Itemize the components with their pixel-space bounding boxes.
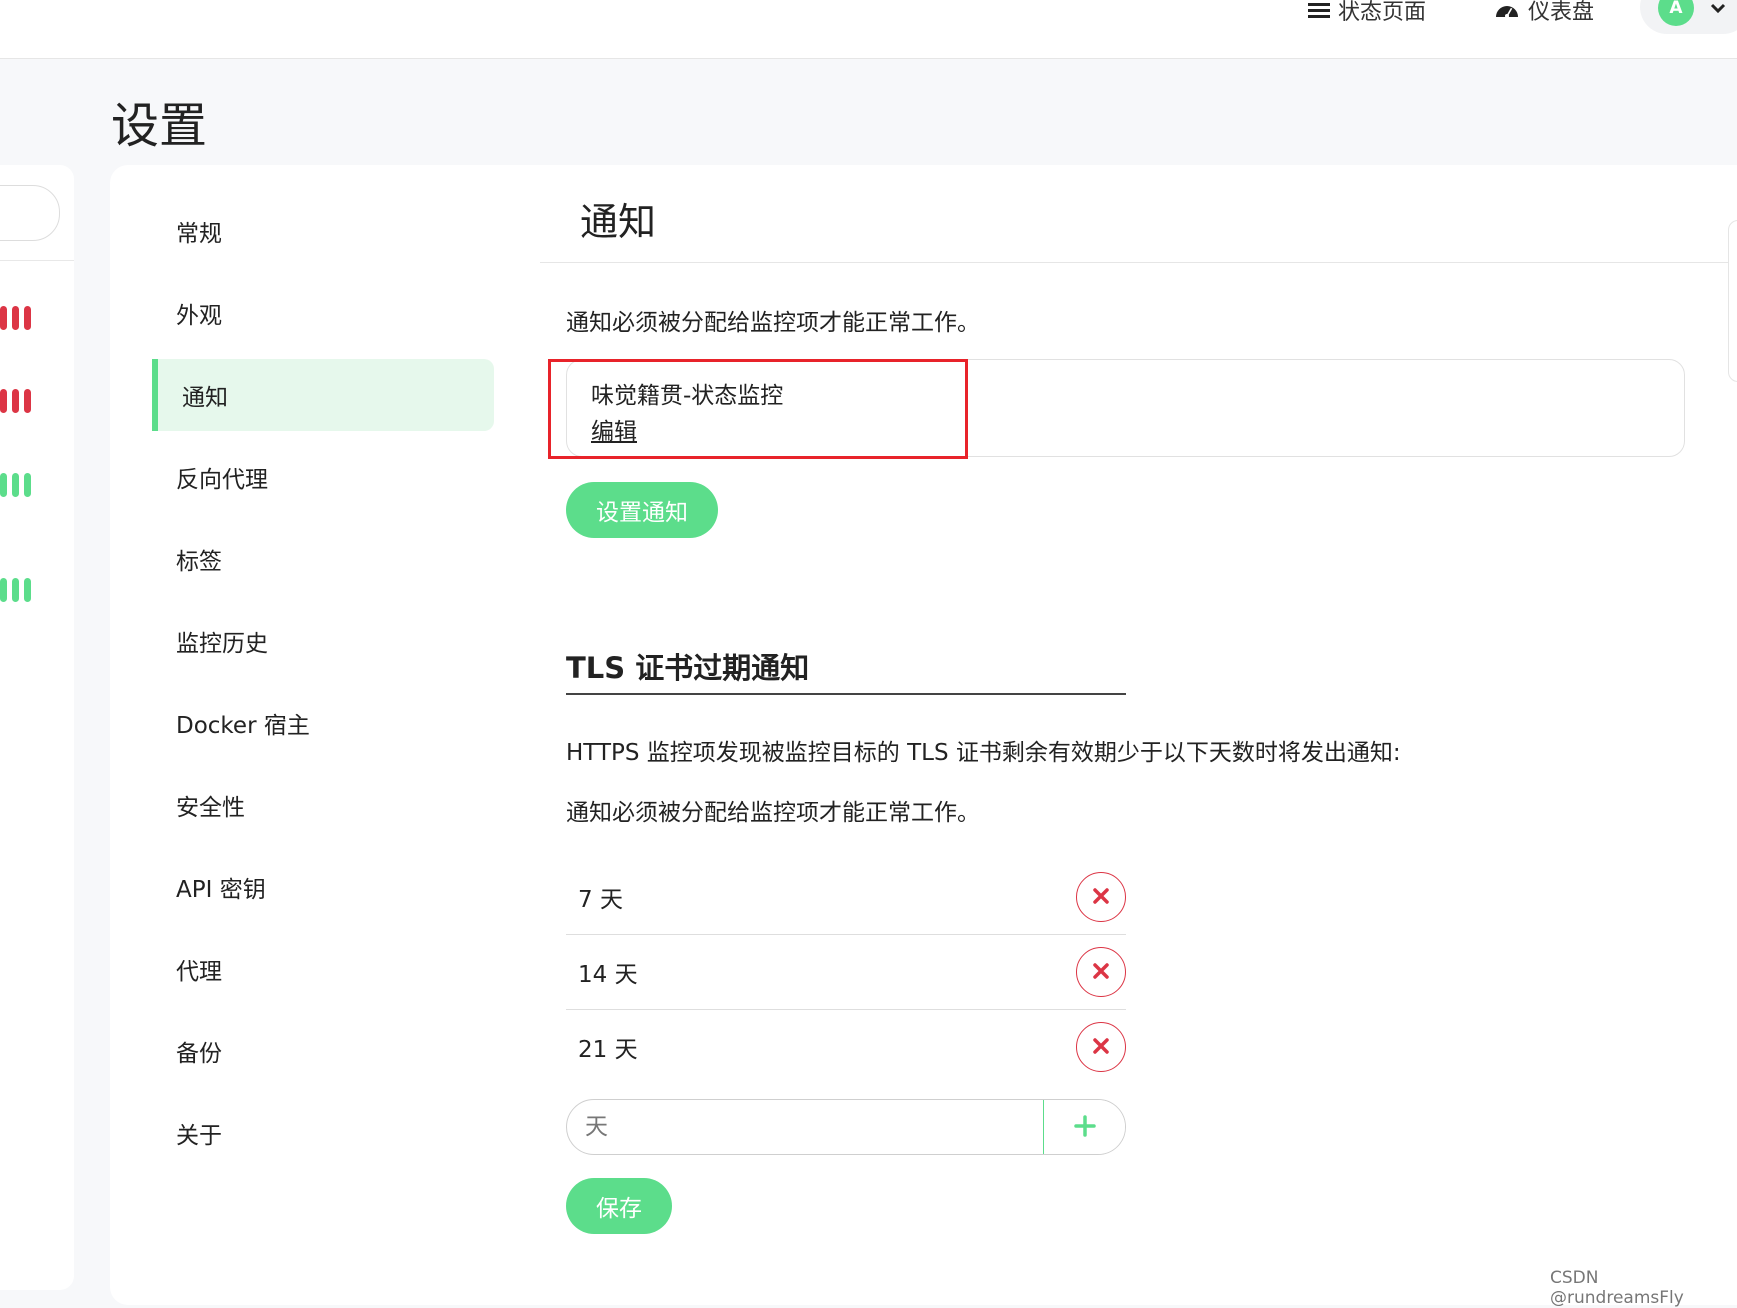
close-icon: [1092, 962, 1110, 983]
tls-day-value: 7 天: [578, 887, 623, 913]
section-divider: [540, 262, 1737, 263]
heartbeat-beat: [24, 306, 31, 330]
divider: [0, 260, 74, 261]
remove-day-button[interactable]: [1076, 1022, 1126, 1072]
monitor-search-input[interactable]: [0, 185, 60, 241]
right-panel-edge: [1728, 220, 1737, 382]
menu-item-label: 安全性: [176, 795, 245, 821]
list-item: 21 天: [566, 1010, 1126, 1084]
settings-menu-item-monitor-history[interactable]: 监控历史: [152, 605, 494, 677]
tls-days-list: 7 天 14 天 21 天: [566, 860, 1126, 1084]
list-item: 14 天: [566, 935, 1126, 1010]
heartbeat-beat: [24, 389, 31, 413]
save-button[interactable]: 保存: [566, 1178, 672, 1234]
menu-item-label: 关于: [176, 1123, 222, 1149]
settings-menu-item-backup[interactable]: 备份: [152, 1015, 494, 1087]
page-title: 设置: [111, 98, 208, 154]
menu-item-label: 常规: [176, 221, 222, 247]
menu-item-label: Docker 宿主: [176, 713, 310, 739]
settings-menu-item-api-keys[interactable]: API 密钥: [152, 851, 494, 923]
notification-name: 味觉籍贯-状态监控: [591, 383, 784, 409]
heartbeat-beat: [12, 306, 19, 330]
heartbeat-beat: [24, 578, 31, 602]
plus-icon: [1073, 1114, 1097, 1141]
remove-day-button[interactable]: [1076, 872, 1126, 922]
menu-item-label: 外观: [176, 303, 222, 329]
heartbeat-beat: [0, 389, 7, 413]
tls-day-value: 21 天: [578, 1037, 638, 1063]
tls-note-text: 通知必须被分配给监控项才能正常工作。: [566, 800, 980, 826]
heartbeat-bar: [0, 578, 31, 602]
top-navbar: 状态页面 仪表盘 A: [0, 0, 1737, 59]
menu-item-label: API 密钥: [176, 877, 266, 903]
close-icon: [1092, 887, 1110, 908]
settings-menu-item-about[interactable]: 关于: [152, 1097, 494, 1169]
day-input[interactable]: [567, 1100, 1043, 1154]
heartbeat-beat: [12, 578, 19, 602]
heartbeat-bar: [0, 473, 31, 497]
status-page-label: 状态页面: [1338, 0, 1427, 25]
monitor-list-panel: [0, 165, 74, 1290]
tls-day-value: 14 天: [578, 962, 638, 988]
status-page-link[interactable]: 状态页面: [1308, 0, 1426, 26]
settings-menu: 常规 外观 通知 反向代理 标签 监控历史 Docker 宿主 安全性 API …: [152, 195, 494, 1179]
add-day-group: [566, 1099, 1126, 1155]
gauge-icon: [1494, 0, 1520, 21]
menu-item-label: 反向代理: [176, 467, 268, 493]
notification-edit-link[interactable]: 编辑: [591, 412, 637, 446]
menu-item-label: 标签: [176, 549, 222, 575]
heartbeat-beat: [0, 473, 7, 497]
list-item: 7 天: [566, 860, 1126, 935]
dashboard-label: 仪表盘: [1528, 0, 1595, 25]
settings-menu-item-security[interactable]: 安全性: [152, 769, 494, 841]
notification-intro-text: 通知必须被分配给监控项才能正常工作。: [566, 310, 980, 336]
settings-menu-item-general[interactable]: 常规: [152, 195, 494, 267]
heartbeat-bar: [0, 389, 31, 413]
menu-item-label: 备份: [176, 1041, 222, 1067]
settings-menu-item-docker-hosts[interactable]: Docker 宿主: [152, 687, 494, 759]
settings-menu-item-proxies[interactable]: 代理: [152, 933, 494, 1005]
chevron-down-icon: [1710, 0, 1726, 19]
tls-title-underline: [566, 693, 1126, 695]
heartbeat-beat: [0, 306, 7, 330]
tls-expiry-title: TLS 证书过期通知: [566, 651, 810, 685]
dashboard-link[interactable]: 仪表盘: [1494, 0, 1594, 26]
heartbeat-beat: [12, 473, 19, 497]
add-day-button[interactable]: [1043, 1100, 1125, 1154]
menu-item-label: 通知: [182, 385, 228, 411]
avatar: A: [1658, 0, 1694, 26]
menu-item-label: 监控历史: [176, 631, 268, 657]
heartbeat-beat: [12, 389, 19, 413]
setup-notification-button[interactable]: 设置通知: [566, 482, 718, 538]
settings-card: 常规 外观 通知 反向代理 标签 监控历史 Docker 宿主 安全性 API …: [110, 165, 1737, 1305]
settings-menu-item-reverse-proxy[interactable]: 反向代理: [152, 441, 494, 513]
watermark: CSDN @rundreamsFly: [1550, 1268, 1684, 1308]
settings-menu-item-notifications[interactable]: 通知: [152, 359, 494, 431]
heartbeat-beat: [0, 578, 7, 602]
close-icon: [1092, 1037, 1110, 1058]
settings-menu-item-tags[interactable]: 标签: [152, 523, 494, 595]
section-title: 通知: [580, 200, 657, 244]
heartbeat-bar: [0, 306, 31, 330]
settings-menu-item-appearance[interactable]: 外观: [152, 277, 494, 349]
profile-dropdown[interactable]: A: [1640, 0, 1737, 34]
remove-day-button[interactable]: [1076, 947, 1126, 997]
notification-list: 味觉籍贯-状态监控 编辑: [566, 359, 1685, 457]
heartbeat-beat: [24, 473, 31, 497]
menu-item-label: 代理: [176, 959, 222, 985]
list-icon: [1308, 0, 1330, 21]
tls-description-text: HTTPS 监控项发现被监控目标的 TLS 证书剩余有效期少于以下天数时将发出通…: [566, 740, 1401, 766]
